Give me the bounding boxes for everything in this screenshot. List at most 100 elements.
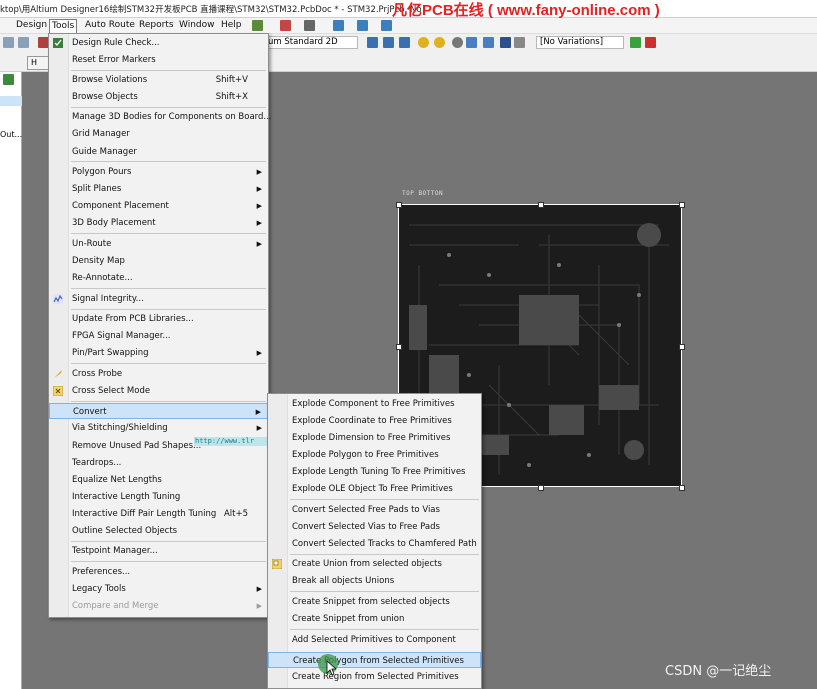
menu-auto-route[interactable]: Auto Route (83, 19, 137, 33)
menu-item-interactive-length-tuning[interactable]: Interactive Length Tuning (49, 489, 268, 505)
menu-item-teardrops[interactable]: Teardrops... (49, 455, 268, 471)
menu-item-testpoint-manager[interactable]: Testpoint Manager... (49, 543, 268, 559)
menu-item-fpga-signal-manager[interactable]: FPGA Signal Manager... (49, 328, 268, 344)
selection-handle[interactable] (538, 485, 544, 491)
interactive-route-icon[interactable] (367, 37, 378, 48)
menu-reports[interactable]: Reports (137, 19, 176, 33)
submenu-arrow-icon: ▶ (256, 185, 262, 193)
menu-item-grid-manager[interactable]: Grid Manager (49, 126, 268, 142)
menu-item-explode-length-tuning[interactable]: Explode Length Tuning To Free Primitives (268, 464, 481, 480)
menu-item-3d-body-placement[interactable]: 3D Body Placement ▶ (49, 215, 268, 231)
selection-handle[interactable] (679, 344, 685, 350)
arc-icon[interactable] (452, 37, 463, 48)
menu-item-create-union[interactable]: Create Union from selected objects (268, 556, 481, 572)
menu-item-density-map[interactable]: Density Map (49, 253, 268, 269)
menu-item-via-stitching[interactable]: Via Stitching/Shielding ▶ (49, 420, 268, 436)
menu-item-split-planes[interactable]: Split Planes ▶ (49, 181, 268, 197)
menu-item-vias-to-pads[interactable]: Convert Selected Vias to Free Pads (268, 519, 481, 535)
menu-item-explode-dimension[interactable]: Explode Dimension to Free Primitives (268, 430, 481, 446)
menu-item-tracks-to-chamfered[interactable]: Convert Selected Tracks to Chamfered Pat… (268, 536, 481, 552)
submenu-arrow-icon: ▶ (256, 602, 262, 610)
menu-item-manage-3d-bodies[interactable]: Manage 3D Bodies for Components on Board… (49, 109, 272, 125)
pad-icon[interactable] (434, 37, 445, 48)
menu-item-snippet-from-union[interactable]: Create Snippet from union (268, 611, 481, 627)
fill-icon[interactable] (466, 37, 477, 48)
menu-item-browse-violations[interactable]: Browse Violations Shift+V (49, 72, 268, 88)
menu-item-un-route[interactable]: Un-Route ▶ (49, 236, 268, 252)
menu-separator (71, 288, 266, 289)
clear-icon[interactable] (645, 37, 656, 48)
menu-item-explode-component[interactable]: Explode Component to Free Primitives (268, 396, 481, 412)
menu-item-create-region[interactable]: Create Region from Selected Primitives (268, 669, 481, 685)
menu-item-browse-objects[interactable]: Browse Objects Shift+X (49, 89, 268, 105)
string-icon[interactable] (500, 37, 511, 48)
selection-handle[interactable] (396, 344, 402, 350)
drc-icon (53, 38, 63, 48)
document-tab[interactable]: H (27, 56, 49, 70)
brand-watermark: 凡亿PCB在线 ( www.fany-online.com ) (392, 2, 660, 19)
menu-window[interactable]: Window (177, 19, 217, 33)
menu-item-component-placement[interactable]: Component Placement ▶ (49, 198, 268, 214)
selection-handle[interactable] (679, 485, 685, 491)
menu-item-legacy-tools[interactable]: Legacy Tools ▶ (49, 581, 268, 597)
variations-combo[interactable]: [No Variations] (536, 36, 624, 49)
selection-handle[interactable] (538, 202, 544, 208)
submenu-arrow-icon: ▶ (256, 240, 262, 248)
submenu-arrow-icon: ▶ (256, 219, 262, 227)
menu-item-cross-select-mode[interactable]: Cross Select Mode (49, 383, 268, 399)
selection-handle[interactable] (679, 202, 685, 208)
menu-item-equalize-net-lengths[interactable]: Equalize Net Lengths (49, 472, 268, 488)
snap-icon[interactable] (381, 20, 392, 31)
menu-design[interactable]: Design (14, 19, 49, 33)
menu-item-break-unions[interactable]: Break all objects Unions (268, 573, 481, 589)
menu-bar: Design Tools Auto Route Reports Window H… (0, 18, 817, 35)
menu-item-outline-selected-objects[interactable]: Outline Selected Objects (49, 523, 268, 539)
cross-probe-icon (54, 370, 62, 378)
menu-item-explode-coordinate[interactable]: Explode Coordinate to Free Primitives (268, 413, 481, 429)
via-icon[interactable] (418, 37, 429, 48)
menu-separator (290, 629, 479, 630)
diff-pair-icon[interactable] (383, 37, 394, 48)
panel-icon[interactable] (3, 74, 14, 85)
menu-help[interactable]: Help (219, 19, 244, 33)
menu-item-explode-ole-object[interactable]: Explode OLE Object To Free Primitives (268, 481, 481, 497)
route-icon[interactable] (252, 20, 263, 31)
component-icon[interactable] (304, 20, 315, 31)
coordinate-icon[interactable] (514, 37, 525, 48)
menu-item-design-rule-check[interactable]: Design Rule Check... (49, 35, 268, 51)
view-config-combo[interactable]: um Standard 2D (264, 36, 358, 49)
menu-item-preferences[interactable]: Preferences... (49, 564, 268, 580)
menu-item-add-primitives-to-component[interactable]: Add Selected Primitives to Component (268, 632, 481, 648)
multi-route-icon[interactable] (399, 37, 410, 48)
menu-item-guide-manager[interactable]: Guide Manager (49, 144, 268, 160)
menu-item-polygon-pours[interactable]: Polygon Pours ▶ (49, 164, 268, 180)
menu-item-cross-probe[interactable]: Cross Probe (49, 366, 268, 382)
menu-item-compare-and-merge[interactable]: Compare and Merge ▶ (49, 598, 268, 614)
menu-item-signal-integrity[interactable]: Signal Integrity... (49, 291, 268, 307)
zoom-fit-icon[interactable] (18, 37, 29, 48)
menu-item-re-annotate[interactable]: Re-Annotate... (49, 270, 268, 286)
menu-separator (290, 591, 479, 592)
menu-item-reset-error-markers[interactable]: Reset Error Markers (49, 52, 268, 68)
zoom-icon[interactable] (3, 37, 14, 48)
menu-item-convert[interactable]: Convert ▶ (49, 403, 268, 419)
polygon-icon[interactable] (483, 37, 494, 48)
grid-icon[interactable] (357, 20, 368, 31)
menu-item-pads-to-vias[interactable]: Convert Selected Free Pads to Vias (268, 502, 481, 518)
document-tab-label: H (31, 58, 38, 67)
variant-icon[interactable] (630, 37, 641, 48)
menu-item-update-from-pcb-libraries[interactable]: Update From PCB Libraries... (49, 311, 268, 327)
menu-item-interactive-diff-pair-length-tuning[interactable]: Interactive Diff Pair Length Tuning Alt+… (49, 506, 268, 522)
selection-handle[interactable] (396, 202, 402, 208)
menu-item-create-polygon[interactable]: Create Polygon from Selected Primitives (268, 652, 481, 668)
submenu-arrow-icon: ▶ (256, 424, 262, 432)
panel-row-selected[interactable] (0, 96, 22, 106)
menu-item-snippet-from-objects[interactable]: Create Snippet from selected objects (268, 594, 481, 610)
panel-row-out[interactable]: Out... (0, 130, 22, 142)
align-icon[interactable] (333, 20, 344, 31)
menu-item-pin-part-swapping[interactable]: Pin/Part Swapping ▶ (49, 345, 268, 361)
menu-item-explode-polygon[interactable]: Explode Polygon to Free Primitives (268, 447, 481, 463)
bus-icon[interactable] (280, 20, 291, 31)
window-title: ktop\用Altium Designer16绘制STM32开发板PCB 直播课… (0, 5, 422, 15)
menu-separator (71, 309, 266, 310)
